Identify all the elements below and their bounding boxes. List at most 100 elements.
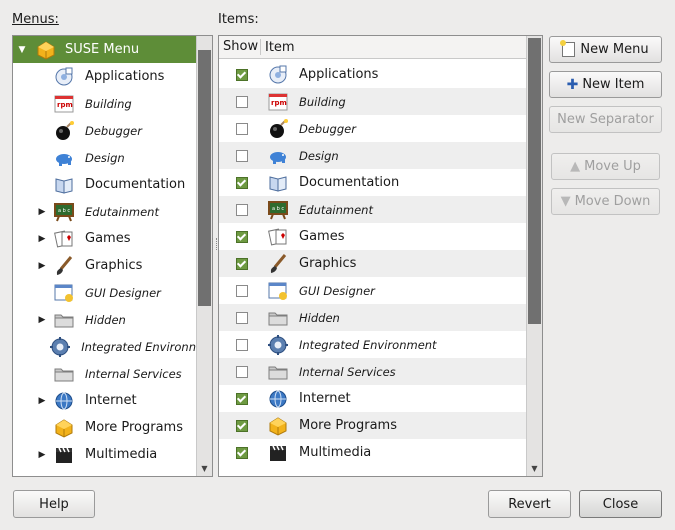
chevron-down-icon[interactable]: ▼ xyxy=(527,464,542,474)
show-checkbox[interactable] xyxy=(236,149,248,162)
clapper-multimedia-icon xyxy=(53,444,75,466)
show-checkbox[interactable] xyxy=(236,230,248,243)
menus-tree[interactable]: ▼ SUSE Menu Applications rpm Building Debugge… xyxy=(12,35,213,477)
expander-closed-icon[interactable]: ▶ xyxy=(37,261,47,271)
tree-row-label: Hidden xyxy=(85,312,126,327)
gui-designer-icon xyxy=(53,282,75,304)
column-show-header[interactable]: Show xyxy=(219,39,261,55)
item-row[interactable]: Integrated Environment xyxy=(219,331,526,358)
item-row[interactable]: Internal Services xyxy=(219,358,526,385)
close-button[interactable]: Close xyxy=(579,490,662,518)
tree-row[interactable]: Design xyxy=(13,144,196,171)
item-row[interactable]: Debugger xyxy=(219,115,526,142)
tree-row[interactable]: rpm Building xyxy=(13,90,196,117)
show-checkbox[interactable] xyxy=(236,203,248,216)
items-scrollbar-thumb[interactable] xyxy=(528,38,541,324)
tree-row-label: Internet xyxy=(85,393,137,408)
show-checkbox[interactable] xyxy=(236,284,248,297)
item-row-label: Games xyxy=(299,229,345,244)
show-checkbox[interactable] xyxy=(236,365,248,378)
pane-resize-handle[interactable] xyxy=(212,238,217,250)
applications-icon xyxy=(267,64,289,86)
item-row[interactable]: Graphics xyxy=(219,250,526,277)
expander-closed-icon[interactable]: ▶ xyxy=(37,396,47,406)
move-up-button[interactable]: ▲ Move Up xyxy=(551,153,660,180)
tree-row[interactable]: GUI Designer xyxy=(13,279,196,306)
show-checkbox[interactable] xyxy=(236,392,248,405)
item-row[interactable]: Internet xyxy=(219,385,526,412)
show-checkbox[interactable] xyxy=(236,419,248,432)
expander-closed-icon[interactable]: ▶ xyxy=(37,234,47,244)
show-checkbox[interactable] xyxy=(236,68,248,81)
brush-graphics-icon xyxy=(267,253,289,275)
expander-closed-icon[interactable]: ▶ xyxy=(37,207,47,217)
column-item-header[interactable]: Item xyxy=(261,40,295,55)
show-checkbox[interactable] xyxy=(236,257,248,270)
tree-row[interactable]: ▶ Multimedia xyxy=(13,441,196,468)
expander-closed-icon[interactable]: ▶ xyxy=(37,315,47,325)
tree-row[interactable]: Integrated Environn xyxy=(13,333,196,360)
item-row[interactable]: Documentation xyxy=(219,169,526,196)
tree-row[interactable]: Internal Services xyxy=(13,360,196,387)
tree-row[interactable]: ▶ Internet xyxy=(13,387,196,414)
move-down-button[interactable]: ▼ Move Down xyxy=(551,188,660,215)
tree-row[interactable]: ▶ Graphics xyxy=(13,252,196,279)
show-checkbox[interactable] xyxy=(236,122,248,135)
tree-row[interactable]: Debugger xyxy=(13,117,196,144)
tree-row[interactable]: Applications xyxy=(13,63,196,90)
show-checkbox[interactable] xyxy=(236,338,248,351)
tree-row-label: Applications xyxy=(85,69,165,84)
tree-row-label: Internal Services xyxy=(85,366,182,381)
item-row[interactable]: Games xyxy=(219,223,526,250)
new-menu-button[interactable]: New Menu xyxy=(549,36,662,63)
help-button[interactable]: Help xyxy=(13,490,95,518)
tree-row[interactable]: ▶ a b c Edutainment xyxy=(13,198,196,225)
tree-row[interactable]: Documentation xyxy=(13,171,196,198)
show-checkbox[interactable] xyxy=(236,446,248,459)
tree-row[interactable]: ▶ Games xyxy=(13,225,196,252)
item-row-label: Internal Services xyxy=(299,364,396,379)
tree-row-label: Documentation xyxy=(85,177,186,192)
item-row-label: Debugger xyxy=(299,121,356,136)
new-item-label: New Item xyxy=(582,77,645,92)
new-item-button[interactable]: ✚ New Item xyxy=(549,71,662,98)
tree-row[interactable]: ▶ Hidden xyxy=(13,306,196,333)
items-table[interactable]: Show Item Applications rpm Building Debugge… xyxy=(218,35,543,477)
new-separator-button[interactable]: New Separator xyxy=(549,106,662,133)
folder-hidden-icon xyxy=(267,307,289,329)
item-row[interactable]: Design xyxy=(219,142,526,169)
items-scrollbar[interactable]: ▼ xyxy=(526,36,542,476)
show-checkbox[interactable] xyxy=(236,311,248,324)
menus-scrollbar-thumb[interactable] xyxy=(198,50,211,306)
item-row-label: Integrated Environment xyxy=(299,337,437,352)
item-row[interactable]: Hidden xyxy=(219,304,526,331)
suse-more-icon xyxy=(267,415,289,437)
globe-internet-icon xyxy=(267,388,289,410)
bomb-debugger-icon xyxy=(53,120,75,142)
cards-games-icon xyxy=(267,226,289,248)
show-checkbox[interactable] xyxy=(236,176,248,189)
tree-row-label: Design xyxy=(85,150,125,165)
item-row[interactable]: More Programs xyxy=(219,412,526,439)
revert-button[interactable]: Revert xyxy=(488,490,571,518)
suse-menu-icon xyxy=(35,39,57,61)
expander-open-icon[interactable]: ▼ xyxy=(17,45,27,55)
show-checkbox[interactable] xyxy=(236,95,248,108)
tree-row-selected[interactable]: ▼ SUSE Menu xyxy=(13,36,196,63)
expander-closed-icon[interactable]: ▶ xyxy=(37,450,47,460)
arrow-up-icon: ▲ xyxy=(570,159,581,174)
item-row[interactable]: GUI Designer xyxy=(219,277,526,304)
item-row[interactable]: Applications xyxy=(219,61,526,88)
item-row[interactable]: Multimedia xyxy=(219,439,526,466)
item-row[interactable]: rpm Building xyxy=(219,88,526,115)
tree-row[interactable]: More Programs xyxy=(13,414,196,441)
menus-scrollbar[interactable]: ▼ xyxy=(196,36,212,476)
chevron-down-icon[interactable]: ▼ xyxy=(197,464,212,474)
items-table-header: Show Item xyxy=(219,36,542,59)
applications-icon xyxy=(53,66,75,88)
new-menu-label: New Menu xyxy=(580,42,649,57)
item-row[interactable]: a b c Edutainment xyxy=(219,196,526,223)
